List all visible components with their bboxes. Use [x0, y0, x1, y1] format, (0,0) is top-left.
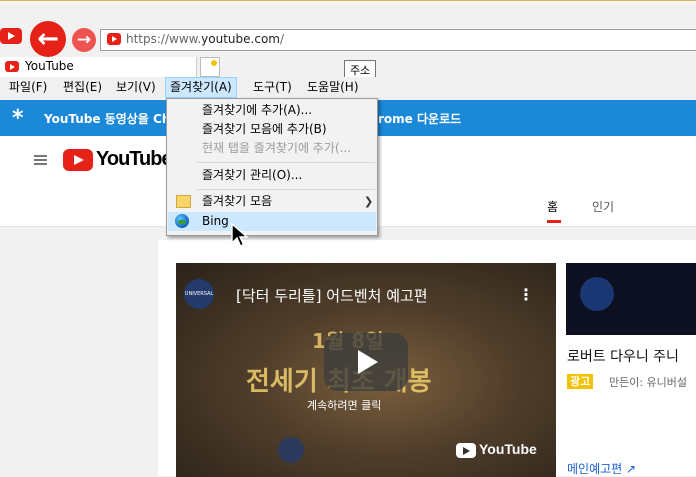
back-button[interactable]: ←: [30, 21, 66, 57]
side-video-link[interactable]: 메인예고편 ↗: [567, 460, 636, 477]
universal-watermark-icon: [278, 437, 304, 463]
more-vert-icon[interactable]: ⋮: [518, 285, 534, 304]
youtube-logo-text[interactable]: YouTube: [96, 148, 173, 171]
side-video-title[interactable]: 로버트 다우니 주니: [567, 346, 679, 366]
youtube-watermark-text: YouTube: [479, 441, 537, 457]
menu-favorites-bar[interactable]: 즐겨찾기 모음 ❯: [168, 192, 376, 211]
banner-text-right[interactable]: rome 다운로드: [378, 110, 461, 127]
youtube-tab-icon: [5, 61, 19, 72]
add-to-favorites-bar-label: 즐겨찾기 모음에 추가(B): [202, 122, 327, 136]
universal-logo-icon: [580, 277, 614, 311]
menu-help[interactable]: 도움말(H): [303, 78, 363, 97]
submenu-arrow-icon: ❯: [364, 195, 374, 208]
forward-button[interactable]: →: [72, 28, 96, 52]
asterisk-icon: *: [12, 106, 24, 131]
tab-popular[interactable]: 인기: [592, 198, 614, 215]
video-title[interactable]: [닥터 두리틀] 어드벤처 예고편: [236, 285, 428, 306]
add-current-tabs-label: 현재 탭을 즐겨찾기에 추가(...: [202, 141, 352, 155]
menu-add-to-favorites-bar[interactable]: 즐겨찾기 모음에 추가(B): [168, 120, 376, 139]
add-to-favorites-label: 즐겨찾기에 추가(A)...: [202, 103, 313, 117]
menu-edit[interactable]: 편집(E): [59, 78, 106, 97]
menu-add-to-favorites[interactable]: 즐겨찾기에 추가(A)...: [168, 101, 376, 120]
globe-icon: [175, 214, 189, 228]
favorites-bar-label: 즐겨찾기 모음: [202, 194, 273, 208]
browser-tab[interactable]: YouTube: [0, 57, 197, 77]
url-suffix: /: [279, 32, 285, 46]
favorites-dropdown: 즐겨찾기에 추가(A)... 즐겨찾기 모음에 추가(B) 현재 탭을 즐겨찾기…: [166, 98, 378, 236]
click-to-continue: 계속하려면 클릭: [307, 399, 382, 412]
tab-title: YouTube: [25, 59, 74, 73]
menu-favorites[interactable]: 즐겨찾기(A): [165, 77, 237, 98]
youtube-small-icon: [0, 28, 22, 44]
menu-tools[interactable]: 도구(T): [249, 78, 296, 97]
organize-favorites-label: 즐겨찾기 관리(O)...: [202, 168, 303, 182]
tab-home-indicator: [547, 220, 561, 223]
menu-organize-favorites[interactable]: 즐겨찾기 관리(O)...: [168, 166, 376, 185]
folder-icon: [176, 195, 191, 208]
side-video-maker: 만든이: 유니버설: [609, 376, 688, 389]
video-player[interactable]: UNIVERSAL [닥터 두리틀] 어드벤처 예고편 ⋮ 1월 8일 전세기 …: [176, 263, 556, 477]
youtube-logo-icon[interactable]: [63, 149, 93, 171]
menu-separator: [197, 189, 375, 190]
tab-home[interactable]: 홈: [547, 198, 558, 215]
external-link-icon: ↗: [626, 462, 637, 476]
banner-text-left: YouTube 동영상을 Ch: [44, 112, 171, 126]
arrow-left-icon: ←: [37, 24, 59, 54]
arrow-right-icon: →: [76, 30, 92, 50]
url-domain: youtube.com: [201, 32, 280, 46]
universal-logo: UNIVERSAL: [184, 279, 214, 309]
new-tab-button[interactable]: [200, 57, 220, 77]
address-url[interactable]: https://www.youtube.com/: [126, 32, 284, 46]
menu-add-current-tabs: 현재 탭을 즐겨찾기에 추가(...: [168, 139, 376, 158]
address-bar[interactable]: https://www.youtube.com/: [100, 29, 696, 51]
youtube-watermark[interactable]: YouTube: [456, 441, 537, 461]
youtube-watermark-icon: [456, 443, 476, 458]
menu-view[interactable]: 보기(V): [112, 78, 160, 97]
menu-bing[interactable]: Bing: [168, 212, 376, 231]
top-strip: [0, 0, 696, 5]
hamburger-menu-icon[interactable]: [34, 155, 47, 166]
url-prefix: https://www.: [126, 32, 202, 46]
bing-label: Bing: [202, 214, 229, 228]
youtube-favicon-icon: [107, 33, 121, 45]
mouse-cursor-icon: [231, 223, 249, 247]
side-link-text: 메인예고편: [567, 462, 623, 476]
ad-badge: 광고: [567, 374, 594, 389]
menu-separator: [197, 162, 375, 163]
menu-bar: 파일(F) 편집(E) 보기(V) 즐겨찾기(A) 도구(T) 도움말(H): [0, 77, 696, 98]
play-button[interactable]: [324, 333, 408, 391]
menu-file[interactable]: 파일(F): [5, 78, 51, 97]
side-video-thumbnail[interactable]: [566, 263, 696, 335]
